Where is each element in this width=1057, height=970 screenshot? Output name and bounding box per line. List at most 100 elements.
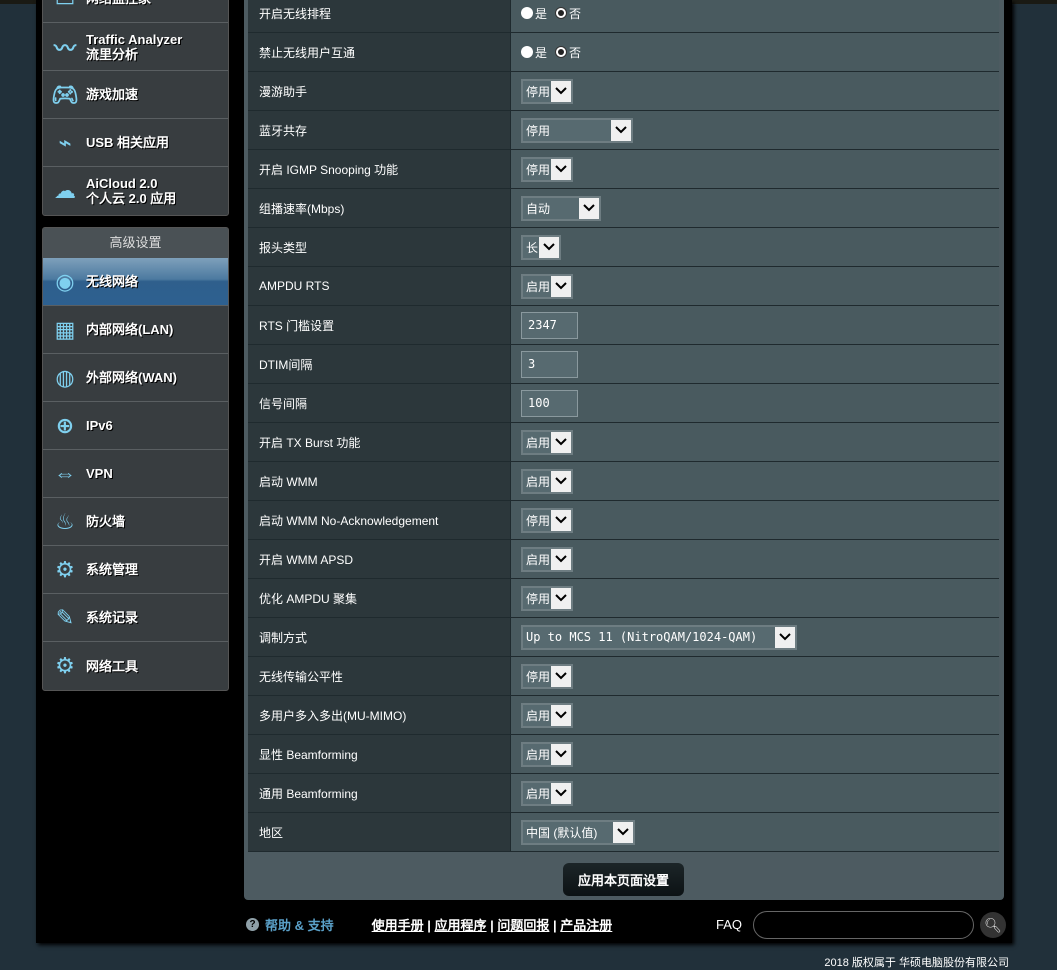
chevron-down-icon[interactable] — [551, 158, 571, 180]
setting-value: 停用 — [511, 72, 999, 110]
setting-select[interactable]: 停用 — [521, 585, 573, 611]
chevron-down-icon[interactable] — [611, 119, 631, 141]
sidebar-item[interactable]: ◉ 无线网络 — [43, 258, 228, 306]
setting-label: 蓝牙共存 — [248, 111, 511, 149]
setting-select[interactable]: 停用 — [521, 507, 573, 533]
select-value: 启用 — [526, 786, 551, 801]
setting-select[interactable]: 自动 — [521, 195, 601, 221]
chevron-down-icon[interactable] — [579, 197, 599, 219]
setting-value: 自动 — [511, 189, 999, 227]
radio-option[interactable]: 否 — [555, 44, 581, 61]
radio-button[interactable] — [555, 7, 568, 19]
setting-select[interactable]: 长 — [521, 234, 561, 260]
sidebar-item[interactable]: ⇔ VPN — [43, 450, 228, 498]
apply-button[interactable]: 应用本页面设置 — [563, 863, 684, 896]
chevron-down-icon[interactable] — [551, 431, 571, 453]
setting-label: 开启 IGMP Snooping 功能 — [248, 150, 511, 188]
sidebar-item[interactable]: 🎮︎ 游戏加速 — [43, 71, 228, 119]
sidebar-item-label: 系统管理 — [86, 562, 138, 577]
separator: | — [486, 917, 498, 933]
tools-icon: ⚙ — [55, 653, 75, 678]
sidebar-item[interactable]: ☁ AiCloud 2.0 个人云 2.0 应用 — [43, 167, 228, 215]
sidebar-item[interactable]: ▭ 网络监控家 — [43, 0, 228, 23]
sidebar-item[interactable]: ⚙ 系统管理 — [43, 546, 228, 594]
chevron-down-icon[interactable] — [551, 704, 571, 726]
sidebar-item[interactable]: ✎ 系统记录 — [43, 594, 228, 642]
sidebar-item-label: Traffic Analyzer 流里分析 — [86, 32, 182, 62]
setting-value: 2347 — [511, 306, 999, 344]
setting-value: 是否 — [511, 33, 999, 71]
radio-button[interactable] — [555, 46, 568, 58]
setting-select[interactable]: 启用 — [521, 468, 573, 494]
footer-link[interactable]: 问题回报 — [497, 918, 549, 933]
chevron-down-icon[interactable] — [551, 509, 571, 531]
chevron-down-icon[interactable] — [551, 470, 571, 492]
setting-value: 停用 — [511, 150, 999, 188]
setting-value: 停用 — [511, 579, 999, 617]
sidebar-item[interactable]: ⌁ USB 相关应用 — [43, 119, 228, 167]
radio-button[interactable] — [521, 46, 533, 58]
help-support-link[interactable]: ? 帮助 & 支持 — [246, 915, 334, 934]
chevron-down-icon[interactable] — [551, 743, 571, 765]
footer-link[interactable]: 使用手册 — [372, 918, 424, 933]
setting-row: 开启无线排程是否 — [248, 0, 999, 33]
setting-label: 漫游助手 — [248, 72, 511, 110]
setting-value: 启用 — [511, 696, 999, 734]
copyright: 2018 版权属于 华硕电脑股份有限公司 — [824, 957, 1009, 969]
chevron-down-icon[interactable] — [613, 821, 633, 843]
chevron-down-icon[interactable] — [551, 80, 571, 102]
label-line-2: 流里分析 — [86, 46, 139, 62]
sidebar-item[interactable]: ⊕ IPv6 — [43, 402, 228, 450]
setting-select[interactable]: 中国 (默认值) — [521, 819, 635, 845]
select-value: 自动 — [526, 201, 551, 216]
chevron-down-icon[interactable] — [551, 665, 571, 687]
setting-select[interactable]: 启用 — [521, 780, 573, 806]
setting-label: 报头类型 — [248, 228, 511, 266]
select-value: 停用 — [526, 123, 551, 138]
sidebar-item[interactable]: ♨ 防火墙 — [43, 498, 228, 546]
search-icon[interactable]: 🔍︎ — [980, 912, 1006, 938]
setting-input[interactable]: 100 — [521, 389, 578, 417]
setting-value: 启用 — [511, 735, 999, 773]
radio-button[interactable] — [521, 7, 533, 19]
chevron-down-icon[interactable] — [551, 782, 571, 804]
footer-link[interactable]: 应用程序 — [435, 918, 487, 933]
setting-row: RTS 门槛设置 2347 — [248, 306, 999, 345]
chevron-down-icon[interactable] — [551, 587, 571, 609]
setting-input[interactable]: 3 — [521, 350, 578, 378]
setting-select[interactable]: 停用 — [521, 663, 573, 689]
setting-select[interactable]: 停用 — [521, 78, 573, 104]
setting-select[interactable]: 启用 — [521, 546, 573, 572]
setting-row: 启动 WMM No-Acknowledgement 停用 — [248, 501, 999, 540]
chevron-down-icon[interactable] — [539, 236, 559, 258]
setting-select[interactable]: 停用 — [521, 156, 573, 182]
setting-label: DTIM间隔 — [248, 345, 511, 383]
setting-value: 启用 — [511, 267, 999, 305]
setting-select[interactable]: 启用 — [521, 741, 573, 767]
sidebar-item[interactable]: 〰 Traffic Analyzer 流里分析 — [43, 23, 228, 71]
faq-search-input[interactable] — [753, 911, 974, 939]
setting-select[interactable]: 启用 — [521, 273, 573, 299]
radio-option[interactable]: 否 — [555, 5, 581, 22]
sidebar-item-label: VPN — [86, 466, 113, 481]
setting-select[interactable]: Up to MCS 11 (NitroQAM/1024-QAM) — [521, 624, 797, 650]
chevron-down-icon[interactable] — [775, 626, 795, 648]
setting-value: 中国 (默认值) — [511, 813, 999, 851]
sidebar-item[interactable]: ▦ 内部网络(LAN) — [43, 306, 228, 354]
chevron-down-icon[interactable] — [551, 548, 571, 570]
select-value: 启用 — [526, 279, 551, 294]
select-value: 启用 — [526, 552, 551, 567]
radio-option[interactable]: 是 — [521, 44, 547, 61]
setting-input[interactable]: 2347 — [521, 311, 578, 339]
footer-link[interactable]: 产品注册 — [560, 918, 612, 933]
chevron-down-icon[interactable] — [551, 275, 571, 297]
radio-option[interactable]: 是 — [521, 5, 547, 22]
sidebar-item[interactable]: ⚙ 网络工具 — [43, 642, 228, 690]
setting-select[interactable]: 停用 — [521, 117, 633, 143]
setting-select[interactable]: 启用 — [521, 702, 573, 728]
network-map-icon: ▭ — [49, 0, 81, 14]
setting-value: 是否 — [511, 0, 999, 32]
setting-select[interactable]: 启用 — [521, 429, 573, 455]
select-value: 启用 — [526, 474, 551, 489]
sidebar-item[interactable]: ◍ 外部网络(WAN) — [43, 354, 228, 402]
